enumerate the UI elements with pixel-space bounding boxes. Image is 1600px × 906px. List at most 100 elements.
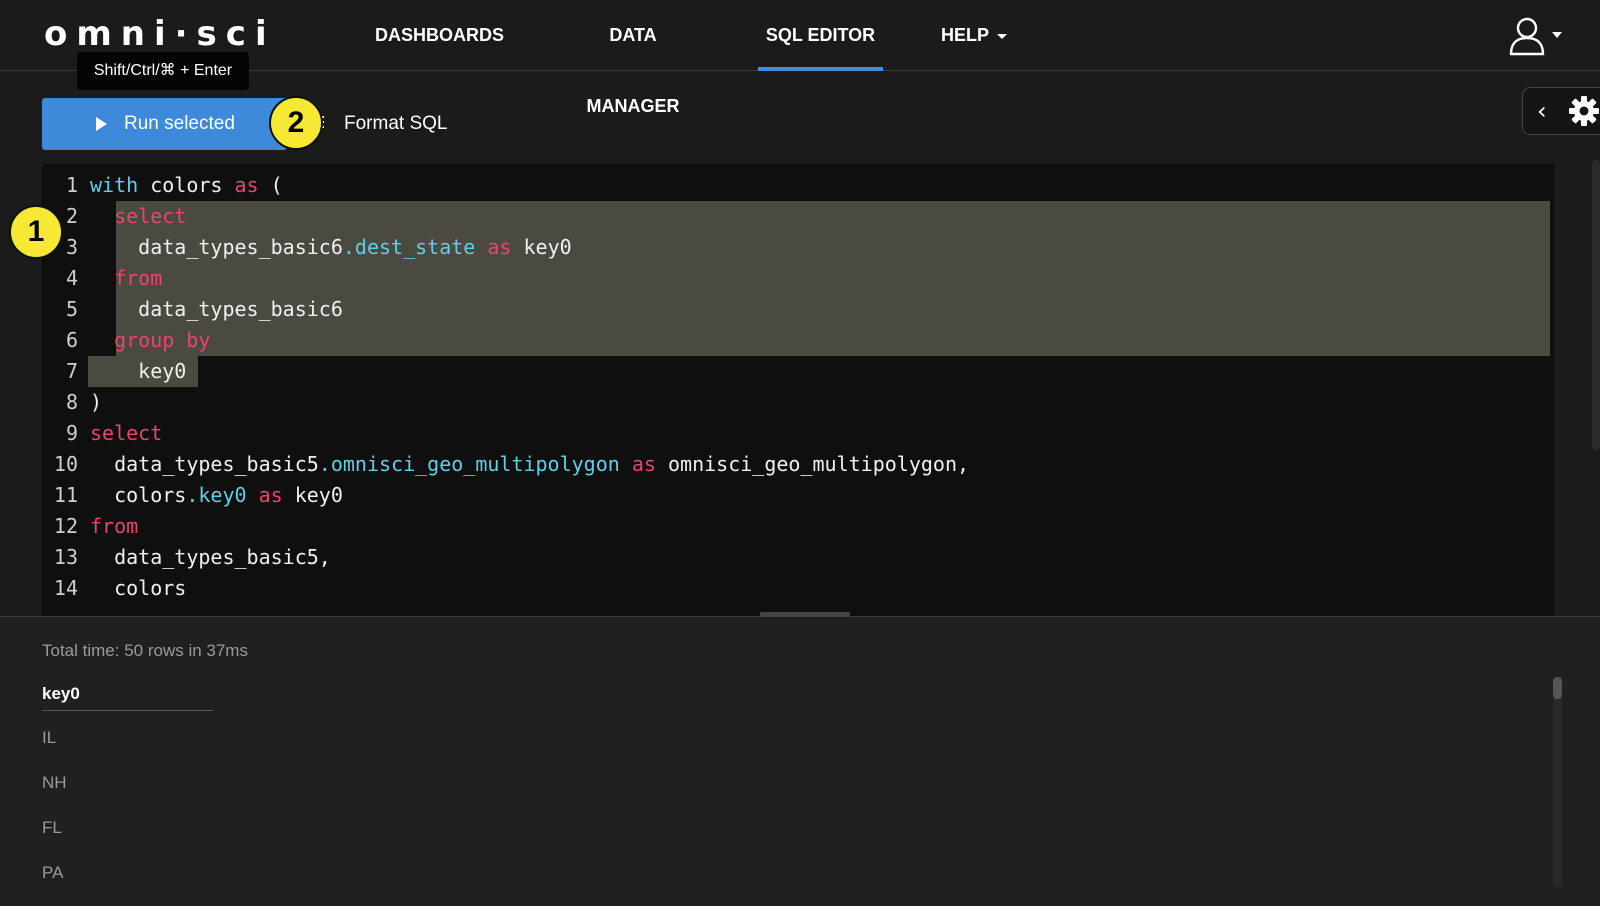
code-line[interactable]: 9 select	[42, 418, 162, 449]
nav-help[interactable]: HELP	[936, 0, 1012, 71]
sql-text: data_types_basic6	[90, 235, 343, 259]
line-number: 1	[65, 173, 78, 197]
column-header[interactable]: key0	[42, 684, 80, 704]
line-number: 6	[65, 328, 78, 352]
sql-text: colors	[90, 576, 187, 600]
omnisci-logo[interactable]: omni·sci	[44, 14, 276, 54]
line-number: 8	[65, 390, 78, 414]
code-text: data_types_basic6	[90, 294, 343, 325]
column-divider	[42, 710, 213, 711]
sql-keyword: with	[90, 173, 139, 197]
sql-keyword: select	[90, 421, 163, 445]
code-text: from	[90, 511, 138, 542]
gear-icon[interactable]	[1567, 94, 1600, 128]
code-line[interactable]: 14 colors	[42, 573, 186, 604]
chevron-down-icon	[1552, 32, 1562, 38]
sql-field: .omnisci_geo_multipolygon	[318, 452, 620, 476]
code-text: key0	[90, 356, 186, 387]
code-text: colors	[90, 573, 186, 604]
code-text: group by	[90, 325, 210, 356]
sql-text: key0	[282, 483, 343, 507]
sql-keyword: as	[631, 452, 656, 476]
table-row: IL	[42, 728, 57, 747]
chevron-down-icon	[997, 33, 1007, 39]
code-line[interactable]: 5 data_types_basic6	[42, 294, 343, 325]
user-menu[interactable]	[1508, 16, 1570, 56]
nav-dashboards-label: DASHBOARDS	[375, 25, 505, 45]
code-line[interactable]: 4 from	[42, 263, 162, 294]
nav-sql-editor[interactable]: SQL EDITOR	[758, 0, 883, 71]
format-sql-label: Format SQL	[344, 113, 448, 134]
sql-text: data_types_basic5,	[90, 545, 331, 569]
code-text: select	[90, 201, 186, 232]
side-panel-toggle[interactable]: ‹	[1522, 87, 1600, 135]
line-number: 12	[53, 514, 78, 538]
sql-field: .key0	[186, 483, 247, 507]
nav-dashboards[interactable]: DASHBOARDS	[375, 0, 505, 71]
sql-keyword: select	[114, 204, 187, 228]
table-row: PA	[42, 863, 64, 882]
sql-text: data_types_basic6	[90, 297, 343, 321]
table-row: FL	[42, 818, 62, 837]
editor-scrollbar[interactable]	[1592, 160, 1600, 450]
code-text: with colors as (	[90, 170, 283, 201]
code-line[interactable]: 7 key0	[42, 356, 186, 387]
code-line[interactable]: 13 data_types_basic5,	[42, 542, 331, 573]
code-line[interactable]: 12 from	[42, 511, 138, 542]
code-text: data_types_basic5.omnisci_geo_multipolyg…	[90, 449, 969, 480]
user-icon	[1509, 17, 1545, 56]
shortcut-tooltip: Shift/Ctrl/⌘ + Enter	[77, 52, 249, 90]
sql-text: colors	[90, 483, 187, 507]
line-number: 7	[65, 359, 78, 383]
line-number: 5	[65, 297, 78, 321]
sql-field: .dest_state	[342, 235, 476, 259]
sql-text: key0	[511, 235, 572, 259]
code-line[interactable]: 1 with colors as (	[42, 170, 283, 201]
sql-keyword: as	[258, 483, 283, 507]
line-number: 14	[53, 576, 78, 600]
line-number: 13	[53, 545, 78, 569]
scrollbar-thumb[interactable]	[1553, 677, 1562, 699]
code-line[interactable]: 8)	[42, 387, 102, 418]
sql-text: key0	[90, 359, 187, 383]
table-row: NH	[42, 773, 67, 792]
sql-keyword: as	[487, 235, 512, 259]
code-text: data_types_basic5,	[90, 542, 331, 573]
nav-data-manager[interactable]: DATA MANAGER	[562, 0, 704, 116]
results-panel: Total time: 50 rows in 37ms key0 IL NH F…	[0, 617, 1600, 906]
code-line[interactable]: 6 group by	[42, 325, 210, 356]
line-number: 10	[53, 452, 78, 476]
line-number: 11	[53, 483, 78, 507]
query-summary: Total time: 50 rows in 37ms	[42, 641, 248, 660]
code-line[interactable]: 10 data_types_basic5.omnisci_geo_multipo…	[42, 449, 969, 480]
code-line[interactable]: 11 colors.key0 as key0	[42, 480, 343, 511]
callout-badge-1: 1	[9, 205, 63, 259]
run-selected-button[interactable]: Run selected	[42, 98, 287, 150]
sql-editor[interactable]: 1 with colors as (2 select 3 data_types_ba…	[42, 164, 1554, 616]
sql-keyword: from	[90, 514, 139, 538]
sql-text: data_types_basic5	[90, 452, 319, 476]
code-text: from	[90, 263, 162, 294]
chevron-left-icon[interactable]: ‹	[1537, 98, 1547, 124]
sql-keyword: from	[114, 266, 163, 290]
nav-data-manager-label: DATA MANAGER	[586, 25, 680, 116]
callout-badge-2: 2	[269, 96, 323, 150]
sql-text: )	[90, 390, 103, 414]
code-text: )	[90, 387, 102, 418]
code-text: colors.key0 as key0	[90, 480, 343, 511]
code-text: select	[90, 418, 162, 449]
line-number: 9	[65, 421, 78, 445]
code-text: data_types_basic6.dest_state as key0	[90, 232, 572, 263]
results-scrollbar[interactable]	[1553, 677, 1562, 887]
nav-sql-editor-label: SQL EDITOR	[765, 25, 876, 45]
run-selected-label: Run selected	[124, 113, 235, 134]
sql-keyword: as	[234, 173, 259, 197]
play-icon	[96, 117, 107, 131]
nav-help-label: HELP	[940, 25, 989, 45]
sql-text: (	[258, 173, 283, 197]
selection-highlight	[116, 201, 1550, 356]
